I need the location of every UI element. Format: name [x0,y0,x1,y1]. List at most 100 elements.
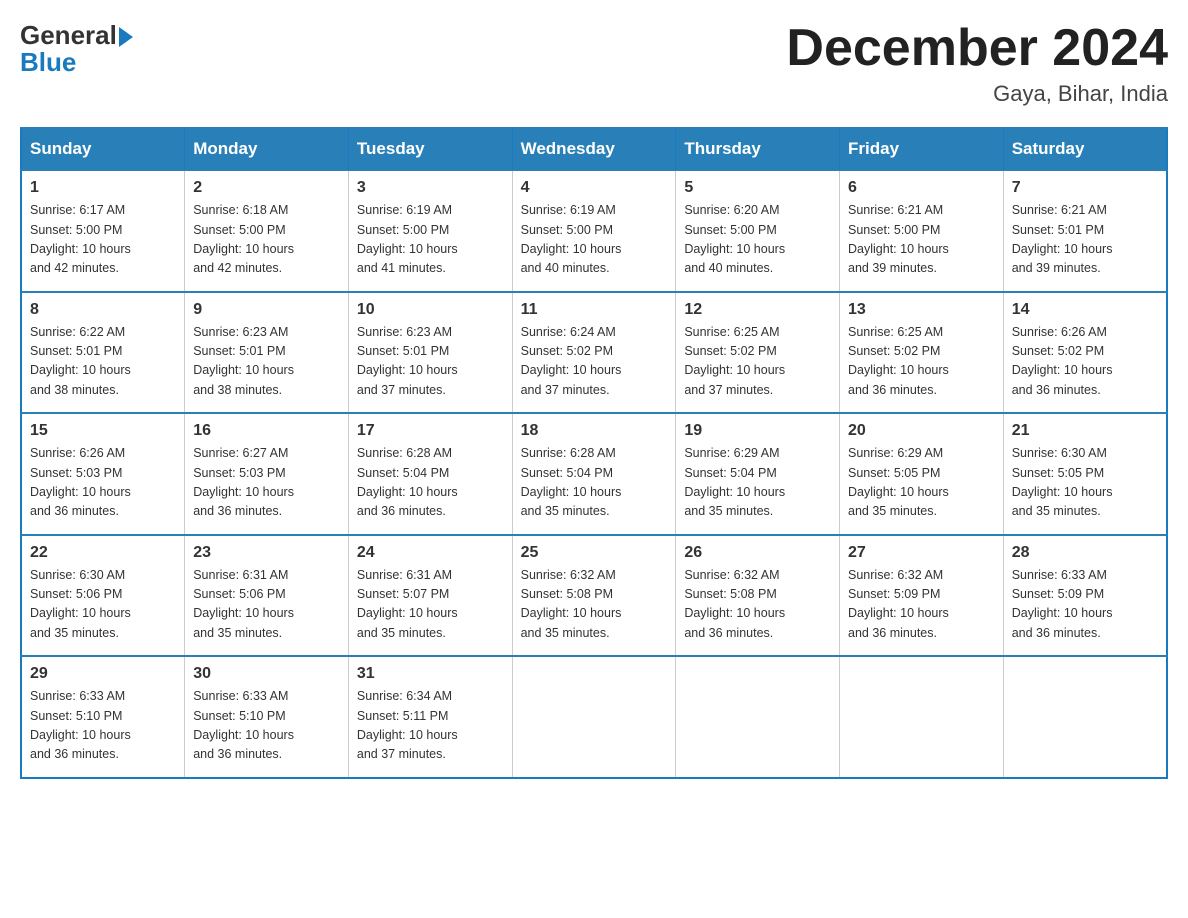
weekday-header-tuesday: Tuesday [348,128,512,170]
calendar-cell: 19 Sunrise: 6:29 AM Sunset: 5:04 PM Dayl… [676,413,840,535]
calendar-cell: 1 Sunrise: 6:17 AM Sunset: 5:00 PM Dayli… [21,170,185,292]
location: Gaya, Bihar, India [786,81,1168,107]
day-number: 26 [684,544,831,562]
calendar-cell: 5 Sunrise: 6:20 AM Sunset: 5:00 PM Dayli… [676,170,840,292]
day-info: Sunrise: 6:17 AM Sunset: 5:00 PM Dayligh… [30,201,176,279]
day-info: Sunrise: 6:24 AM Sunset: 5:02 PM Dayligh… [521,323,668,401]
day-number: 25 [521,544,668,562]
day-info: Sunrise: 6:21 AM Sunset: 5:01 PM Dayligh… [1012,201,1158,279]
weekday-header-sunday: Sunday [21,128,185,170]
day-number: 4 [521,179,668,197]
day-number: 18 [521,422,668,440]
calendar-week-1: 1 Sunrise: 6:17 AM Sunset: 5:00 PM Dayli… [21,170,1167,292]
calendar-week-4: 22 Sunrise: 6:30 AM Sunset: 5:06 PM Dayl… [21,535,1167,657]
day-number: 23 [193,544,340,562]
day-info: Sunrise: 6:21 AM Sunset: 5:00 PM Dayligh… [848,201,995,279]
calendar-cell: 22 Sunrise: 6:30 AM Sunset: 5:06 PM Dayl… [21,535,185,657]
calendar-cell: 9 Sunrise: 6:23 AM Sunset: 5:01 PM Dayli… [185,292,349,414]
day-number: 17 [357,422,504,440]
calendar-cell: 24 Sunrise: 6:31 AM Sunset: 5:07 PM Dayl… [348,535,512,657]
calendar-cell: 29 Sunrise: 6:33 AM Sunset: 5:10 PM Dayl… [21,656,185,778]
day-info: Sunrise: 6:25 AM Sunset: 5:02 PM Dayligh… [848,323,995,401]
day-info: Sunrise: 6:19 AM Sunset: 5:00 PM Dayligh… [357,201,504,279]
day-info: Sunrise: 6:26 AM Sunset: 5:03 PM Dayligh… [30,444,176,522]
calendar-week-2: 8 Sunrise: 6:22 AM Sunset: 5:01 PM Dayli… [21,292,1167,414]
day-number: 5 [684,179,831,197]
calendar-cell [1003,656,1167,778]
calendar-cell: 14 Sunrise: 6:26 AM Sunset: 5:02 PM Dayl… [1003,292,1167,414]
calendar-cell [512,656,676,778]
day-info: Sunrise: 6:31 AM Sunset: 5:06 PM Dayligh… [193,566,340,644]
day-number: 13 [848,301,995,319]
calendar-cell: 30 Sunrise: 6:33 AM Sunset: 5:10 PM Dayl… [185,656,349,778]
calendar-cell: 13 Sunrise: 6:25 AM Sunset: 5:02 PM Dayl… [840,292,1004,414]
logo-blue: Blue [20,47,76,78]
calendar-cell: 12 Sunrise: 6:25 AM Sunset: 5:02 PM Dayl… [676,292,840,414]
day-info: Sunrise: 6:25 AM Sunset: 5:02 PM Dayligh… [684,323,831,401]
weekday-header-monday: Monday [185,128,349,170]
day-info: Sunrise: 6:20 AM Sunset: 5:00 PM Dayligh… [684,201,831,279]
day-number: 31 [357,665,504,683]
day-info: Sunrise: 6:31 AM Sunset: 5:07 PM Dayligh… [357,566,504,644]
day-number: 11 [521,301,668,319]
day-info: Sunrise: 6:26 AM Sunset: 5:02 PM Dayligh… [1012,323,1158,401]
weekday-header-thursday: Thursday [676,128,840,170]
day-number: 27 [848,544,995,562]
logo: General Blue [20,20,133,78]
day-info: Sunrise: 6:30 AM Sunset: 5:06 PM Dayligh… [30,566,176,644]
calendar-cell: 20 Sunrise: 6:29 AM Sunset: 5:05 PM Dayl… [840,413,1004,535]
calendar-cell: 2 Sunrise: 6:18 AM Sunset: 5:00 PM Dayli… [185,170,349,292]
day-number: 2 [193,179,340,197]
day-info: Sunrise: 6:32 AM Sunset: 5:08 PM Dayligh… [684,566,831,644]
page-header: General Blue December 2024 Gaya, Bihar, … [20,20,1168,107]
month-title: December 2024 [786,20,1168,77]
calendar-cell: 6 Sunrise: 6:21 AM Sunset: 5:00 PM Dayli… [840,170,1004,292]
day-info: Sunrise: 6:18 AM Sunset: 5:00 PM Dayligh… [193,201,340,279]
day-number: 12 [684,301,831,319]
calendar-cell: 3 Sunrise: 6:19 AM Sunset: 5:00 PM Dayli… [348,170,512,292]
day-number: 10 [357,301,504,319]
calendar-table: SundayMondayTuesdayWednesdayThursdayFrid… [20,127,1168,779]
calendar-cell: 21 Sunrise: 6:30 AM Sunset: 5:05 PM Dayl… [1003,413,1167,535]
day-number: 28 [1012,544,1158,562]
day-info: Sunrise: 6:30 AM Sunset: 5:05 PM Dayligh… [1012,444,1158,522]
day-info: Sunrise: 6:33 AM Sunset: 5:10 PM Dayligh… [30,687,176,765]
day-info: Sunrise: 6:28 AM Sunset: 5:04 PM Dayligh… [521,444,668,522]
day-number: 1 [30,179,176,197]
calendar-cell [840,656,1004,778]
day-number: 19 [684,422,831,440]
day-info: Sunrise: 6:32 AM Sunset: 5:08 PM Dayligh… [521,566,668,644]
day-number: 29 [30,665,176,683]
calendar-cell: 31 Sunrise: 6:34 AM Sunset: 5:11 PM Dayl… [348,656,512,778]
day-number: 15 [30,422,176,440]
calendar-cell: 11 Sunrise: 6:24 AM Sunset: 5:02 PM Dayl… [512,292,676,414]
calendar-cell: 7 Sunrise: 6:21 AM Sunset: 5:01 PM Dayli… [1003,170,1167,292]
day-number: 24 [357,544,504,562]
calendar-week-3: 15 Sunrise: 6:26 AM Sunset: 5:03 PM Dayl… [21,413,1167,535]
day-info: Sunrise: 6:29 AM Sunset: 5:04 PM Dayligh… [684,444,831,522]
day-number: 21 [1012,422,1158,440]
calendar-cell [676,656,840,778]
day-number: 20 [848,422,995,440]
day-info: Sunrise: 6:32 AM Sunset: 5:09 PM Dayligh… [848,566,995,644]
weekday-header-friday: Friday [840,128,1004,170]
calendar-cell: 27 Sunrise: 6:32 AM Sunset: 5:09 PM Dayl… [840,535,1004,657]
day-info: Sunrise: 6:23 AM Sunset: 5:01 PM Dayligh… [193,323,340,401]
calendar-cell: 17 Sunrise: 6:28 AM Sunset: 5:04 PM Dayl… [348,413,512,535]
day-info: Sunrise: 6:27 AM Sunset: 5:03 PM Dayligh… [193,444,340,522]
day-info: Sunrise: 6:33 AM Sunset: 5:09 PM Dayligh… [1012,566,1158,644]
calendar-cell: 16 Sunrise: 6:27 AM Sunset: 5:03 PM Dayl… [185,413,349,535]
calendar-cell: 18 Sunrise: 6:28 AM Sunset: 5:04 PM Dayl… [512,413,676,535]
day-number: 3 [357,179,504,197]
day-number: 9 [193,301,340,319]
day-number: 7 [1012,179,1158,197]
day-number: 16 [193,422,340,440]
calendar-cell: 10 Sunrise: 6:23 AM Sunset: 5:01 PM Dayl… [348,292,512,414]
calendar-week-5: 29 Sunrise: 6:33 AM Sunset: 5:10 PM Dayl… [21,656,1167,778]
calendar-cell: 23 Sunrise: 6:31 AM Sunset: 5:06 PM Dayl… [185,535,349,657]
calendar-cell: 26 Sunrise: 6:32 AM Sunset: 5:08 PM Dayl… [676,535,840,657]
day-info: Sunrise: 6:29 AM Sunset: 5:05 PM Dayligh… [848,444,995,522]
logo-arrow-icon [119,27,133,47]
calendar-cell: 8 Sunrise: 6:22 AM Sunset: 5:01 PM Dayli… [21,292,185,414]
calendar-cell: 25 Sunrise: 6:32 AM Sunset: 5:08 PM Dayl… [512,535,676,657]
